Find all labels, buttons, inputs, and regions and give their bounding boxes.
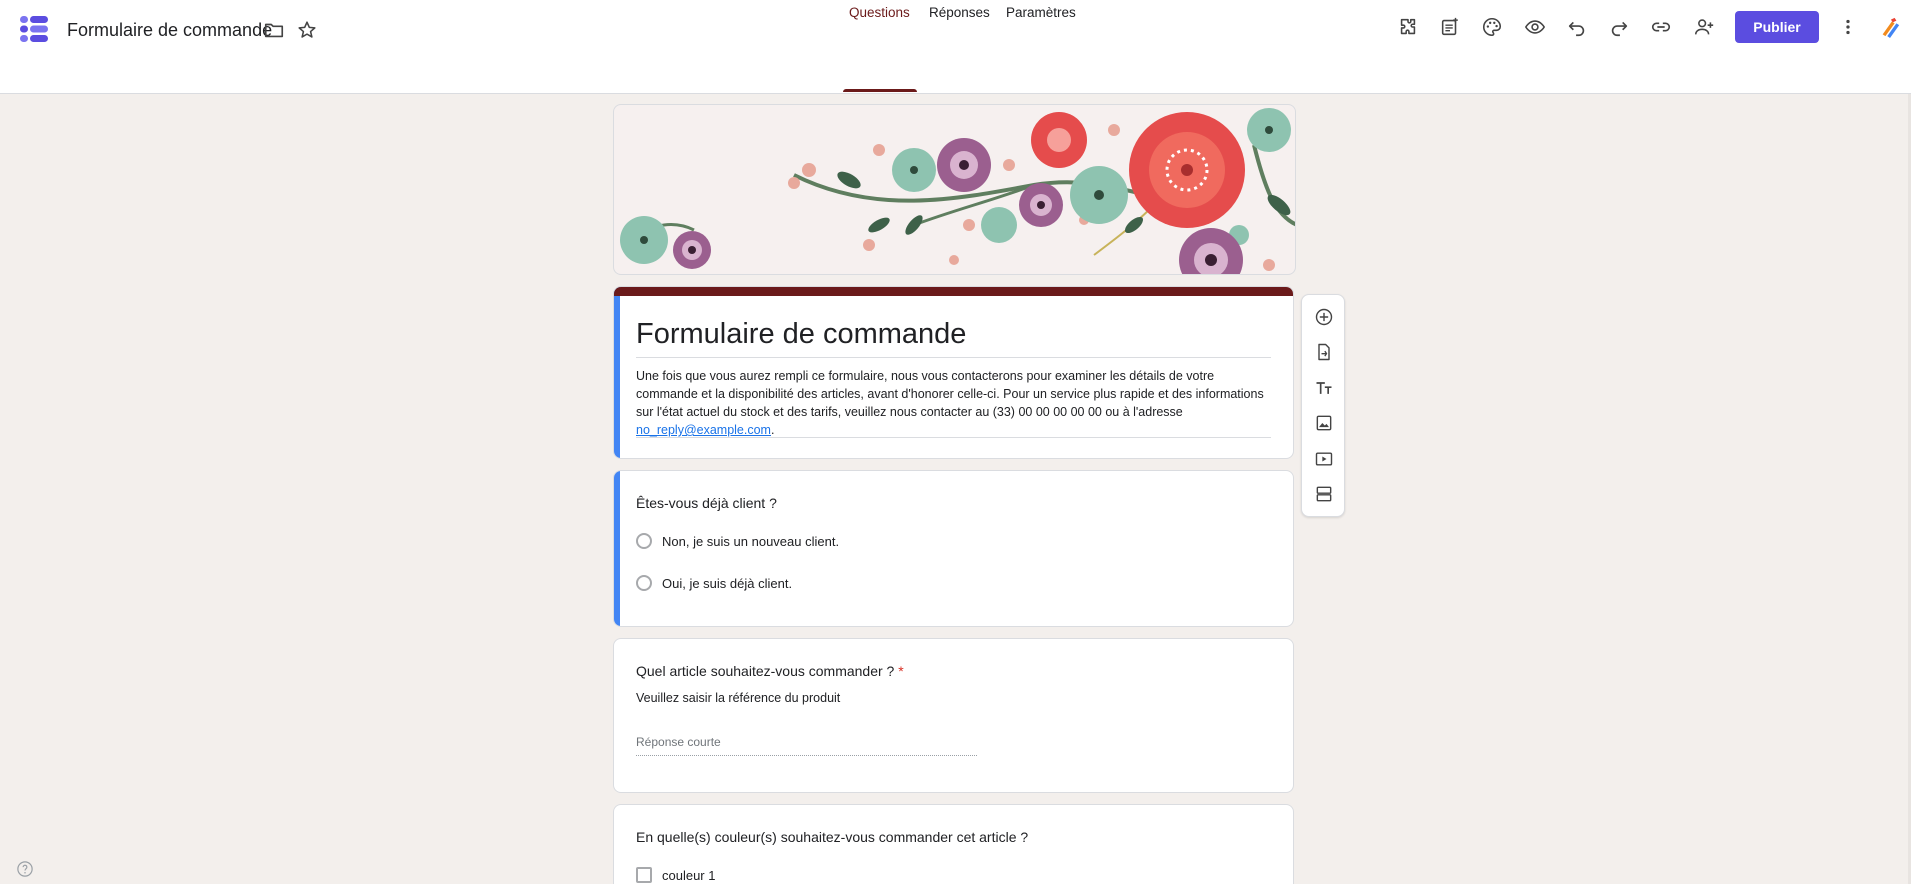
theme-color-bar [614,287,1293,296]
palette-icon[interactable] [1478,13,1506,41]
add-video-icon[interactable] [1313,448,1335,470]
question-title: Quel article souhaitez-vous commander ? … [636,663,904,679]
radio-option[interactable]: Oui, je suis déjà client. [636,575,792,591]
description-divider [636,437,1271,438]
question-card-article[interactable]: Quel article souhaitez-vous commander ? … [613,638,1294,793]
app-header: Formulaire de commande Publier Questions… [0,0,1911,94]
radio-button[interactable] [636,575,652,591]
sheet-link-icon[interactable] [1436,13,1464,41]
title-divider [636,357,1271,358]
active-tab-indicator [843,89,917,92]
preview-eye-icon[interactable] [1521,13,1549,41]
form-description[interactable]: Une fois que vous aurez rempli ce formul… [636,367,1276,439]
floating-question-toolbar [1301,294,1345,517]
header-image-banner [613,104,1296,275]
folder-icon[interactable] [260,16,288,44]
add-collaborator-icon[interactable] [1690,13,1718,41]
link-icon[interactable] [1647,13,1675,41]
undo-icon[interactable] [1563,13,1591,41]
radio-option[interactable]: Non, je suis un nouveau client. [636,533,839,549]
account-avatar[interactable] [1876,13,1904,41]
document-title[interactable]: Formulaire de commande [67,18,272,42]
forms-logo-icon[interactable] [18,14,50,44]
addons-icon[interactable] [1394,13,1422,41]
checkbox-option[interactable]: couleur 1 [636,867,715,883]
question-card-colors[interactable]: En quelle(s) couleur(s) souhaitez-vous c… [613,804,1294,884]
question-title-text: Quel article souhaitez-vous commander ? [636,663,895,679]
help-icon[interactable] [16,860,34,878]
form-description-end: . [770,423,775,437]
add-image-icon[interactable] [1313,412,1335,434]
star-icon[interactable] [293,16,321,44]
form-description-text: Une fois que vous aurez rempli ce formul… [636,369,1264,419]
radio-option-label: Non, je suis un nouveau client. [662,533,840,549]
tab-settings[interactable]: Paramètres [1006,5,1076,32]
tab-responses[interactable]: Réponses [929,5,990,32]
question-title: Êtes-vous déjà client ? [636,495,777,511]
tab-questions[interactable]: Questions [849,5,910,32]
form-title-card[interactable]: Formulaire de commande Une fois que vous… [613,286,1294,459]
required-asterisk: * [898,663,904,679]
contact-email-link[interactable]: no_reply@example.com [636,423,771,437]
floral-banner-image [620,108,1295,274]
import-questions-icon[interactable] [1313,341,1335,363]
more-vert-icon[interactable] [1834,13,1862,41]
question-card-existing-client[interactable]: Êtes-vous déjà client ? Non, je suis un … [613,470,1294,627]
checkbox[interactable] [636,867,652,883]
redo-icon[interactable] [1605,13,1633,41]
radio-option-label: Oui, je suis déjà client. [662,575,793,591]
short-answer-field[interactable]: Réponse courte [636,735,977,756]
radio-button[interactable] [636,533,652,549]
question-title: En quelle(s) couleur(s) souhaitez-vous c… [636,829,1029,845]
checkbox-option-label: couleur 1 [662,867,716,883]
add-title-icon[interactable] [1313,377,1335,399]
publish-button[interactable]: Publier [1735,11,1819,43]
add-section-icon[interactable] [1313,483,1335,505]
form-title[interactable]: Formulaire de commande [636,318,966,351]
add-question-icon[interactable] [1313,306,1335,328]
question-description: Veuillez saisir la référence du produit [636,691,841,705]
